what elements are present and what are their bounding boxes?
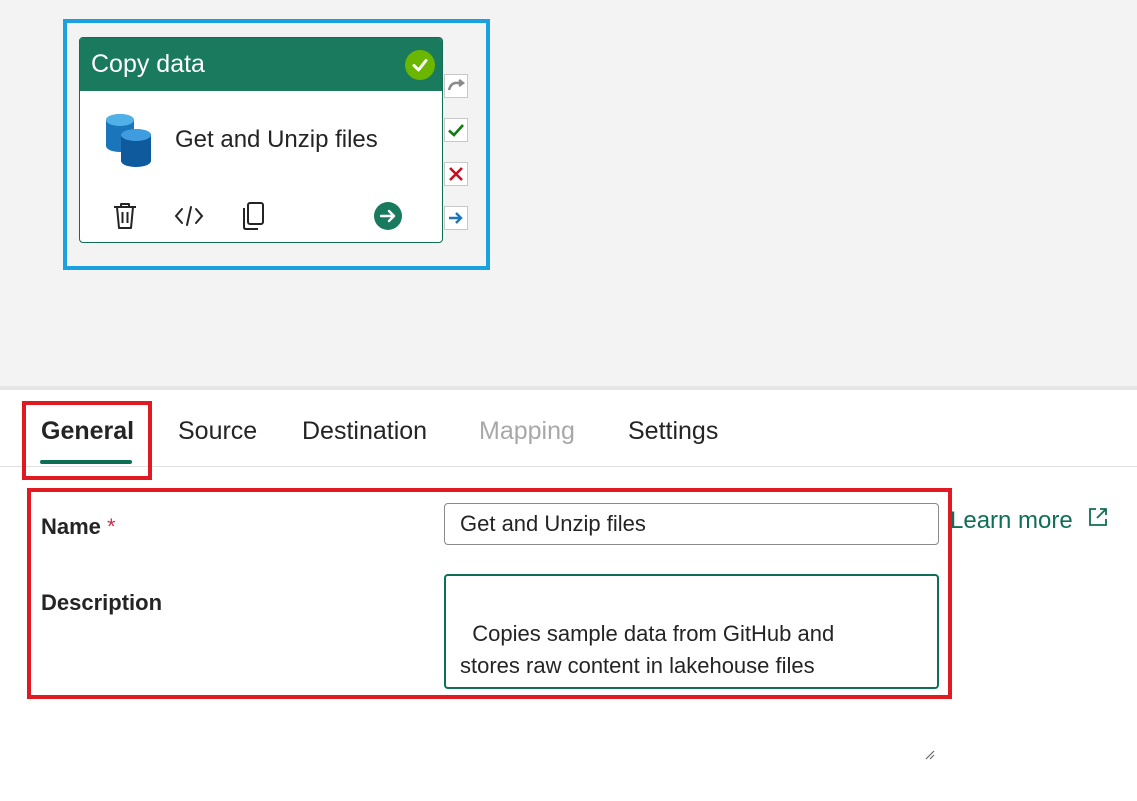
success-icon[interactable] <box>444 118 468 142</box>
annotation-highlight-form <box>27 488 952 699</box>
tab-settings[interactable]: Settings <box>628 417 718 446</box>
tab-source[interactable]: Source <box>178 417 257 446</box>
completion-icon[interactable] <box>444 206 468 230</box>
annotation-highlight-tab <box>22 401 152 480</box>
failure-icon[interactable] <box>444 162 468 186</box>
arrow-right-icon[interactable] <box>371 199 405 233</box>
success-check-icon <box>405 50 435 80</box>
learn-more-link[interactable]: Learn more <box>950 506 1109 535</box>
properties-tabs: General Source Destination Mapping Setti… <box>0 395 1137 467</box>
skip-icon[interactable] <box>444 74 468 98</box>
activity-card-actions <box>80 191 442 241</box>
delete-icon[interactable] <box>108 199 142 233</box>
code-icon[interactable] <box>172 199 206 233</box>
tab-destination[interactable]: Destination <box>302 417 427 446</box>
panel-divider[interactable] <box>0 386 1137 390</box>
copy-data-activity-card[interactable]: Copy data Get and Unzip files <box>79 37 443 243</box>
tab-mapping[interactable]: Mapping <box>479 417 575 446</box>
copy-icon[interactable] <box>236 199 270 233</box>
activity-name-label: Get and Unzip files <box>175 126 378 153</box>
external-link-icon <box>1087 506 1109 535</box>
learn-more-label: Learn more <box>950 506 1073 534</box>
activity-card-header: Copy data <box>80 38 442 91</box>
copy-database-icon <box>104 113 154 169</box>
activity-type-label: Copy data <box>91 50 205 78</box>
